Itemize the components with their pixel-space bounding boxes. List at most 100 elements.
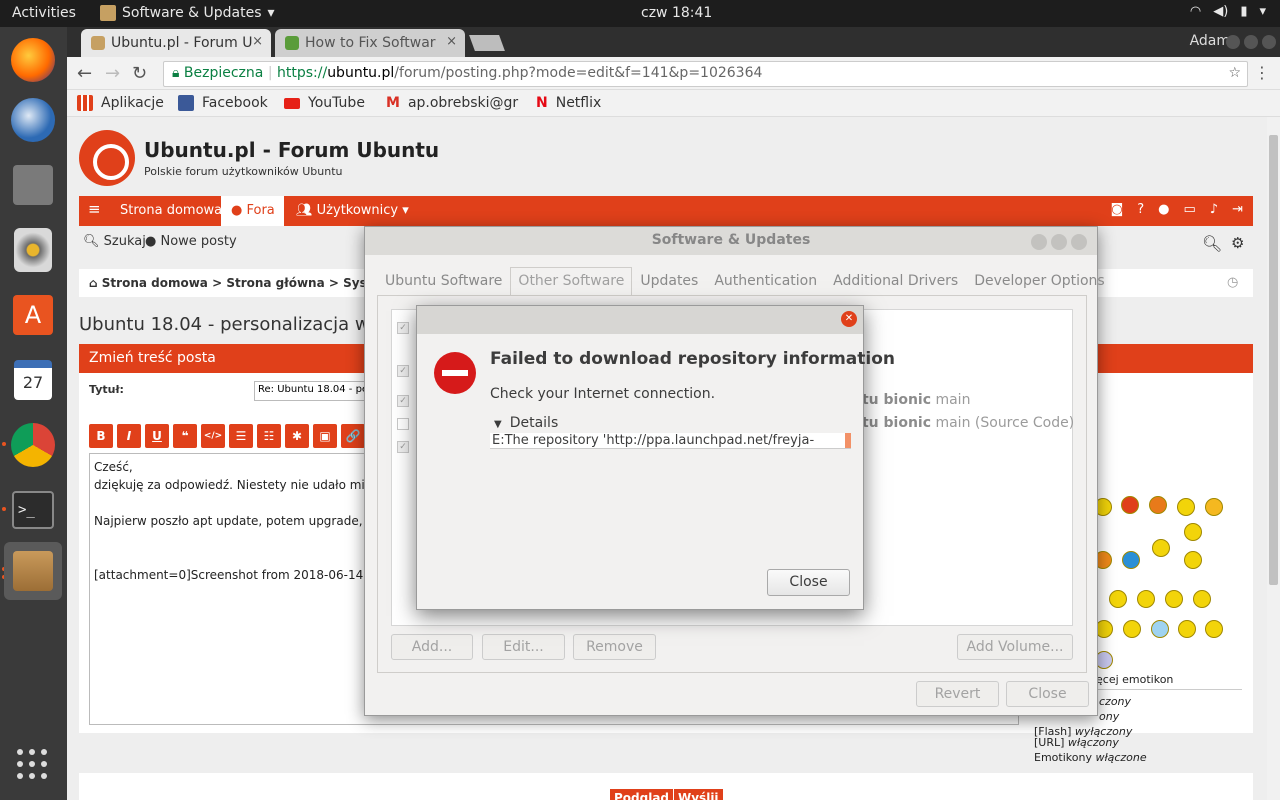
- tab-ubuntu-forum[interactable]: Ubuntu.pl - Forum U ×: [81, 29, 271, 57]
- nav-forums[interactable]: ● Fora: [221, 196, 284, 226]
- dock-chrome[interactable]: [8, 420, 58, 470]
- dock-ubuntu-software[interactable]: A: [8, 290, 58, 340]
- menu-icon[interactable]: ⋮: [1254, 63, 1270, 82]
- source-checkbox[interactable]: ✓: [397, 441, 409, 453]
- revert-button[interactable]: Revert: [916, 681, 999, 707]
- help-icon[interactable]: ?: [1137, 202, 1144, 217]
- page-scrollbar[interactable]: [1267, 117, 1280, 800]
- emoticon-icon[interactable]: [1177, 498, 1195, 516]
- emoticon-icon[interactable]: [1151, 620, 1169, 638]
- close-tab-icon[interactable]: ×: [252, 34, 263, 49]
- bell-icon[interactable]: ♪: [1210, 202, 1218, 217]
- dock-rhythmbox[interactable]: [8, 225, 58, 275]
- tab-authentication[interactable]: Authentication: [706, 267, 825, 296]
- emoticon-icon[interactable]: [1109, 590, 1127, 608]
- italic-button[interactable]: I: [117, 424, 141, 448]
- bookmark-star-icon[interactable]: ☆: [1228, 65, 1241, 81]
- details-expander[interactable]: ▼ Details: [494, 415, 558, 431]
- emoticon-icon[interactable]: [1178, 620, 1196, 638]
- system-tray[interactable]: ◠ ◀) ▮ ▾: [1190, 4, 1266, 19]
- dock-files[interactable]: [8, 160, 58, 210]
- image-button[interactable]: ▣: [313, 424, 337, 448]
- quote-button[interactable]: ❝: [173, 424, 197, 448]
- user-icon[interactable]: ●: [1158, 202, 1169, 217]
- tab-additional-drivers[interactable]: Additional Drivers: [825, 267, 966, 296]
- nav-users[interactable]: 👥︎ Użytkownicy ▾: [296, 203, 409, 218]
- link-button[interactable]: 🔗: [341, 424, 365, 448]
- source-checkbox[interactable]: ✓: [397, 365, 409, 377]
- dock-software-updates[interactable]: [4, 542, 62, 600]
- gear-icon[interactable]: ⚙: [1231, 234, 1244, 252]
- inbox-icon[interactable]: ▭: [1184, 202, 1196, 217]
- show-applications-button[interactable]: [17, 749, 47, 779]
- tab-developer-options[interactable]: Developer Options: [966, 267, 1112, 296]
- dock-terminal[interactable]: >_: [8, 485, 58, 535]
- emoticon-icon[interactable]: [1149, 496, 1167, 514]
- bookmark-youtube[interactable]: YouTube: [284, 95, 365, 111]
- emoticon-icon[interactable]: [1205, 498, 1223, 516]
- add-source-button[interactable]: Add...: [391, 634, 473, 660]
- bookmark-apps[interactable]: Aplikacje: [77, 95, 164, 111]
- error-dialog-titlebar[interactable]: ✕: [417, 306, 863, 334]
- app-menu[interactable]: Software & Updates ▾: [100, 5, 275, 21]
- bookmark-netflix[interactable]: N Netflix: [536, 95, 601, 111]
- add-volume-button[interactable]: Add Volume...: [957, 634, 1073, 660]
- profile-name[interactable]: Adam: [1190, 33, 1230, 49]
- submit-button[interactable]: Wyślij: [674, 789, 723, 800]
- emoticon-icon[interactable]: [1184, 551, 1202, 569]
- source-checkbox[interactable]: ✓: [397, 322, 409, 334]
- bookmark-facebook[interactable]: Facebook: [178, 95, 268, 111]
- emoticon-icon[interactable]: [1193, 590, 1211, 608]
- address-bar[interactable]: 🔒︎ Bezpieczna | https://ubuntu.pl/forum/…: [163, 61, 1248, 87]
- window-controls[interactable]: [1226, 35, 1276, 49]
- subject-input[interactable]: Re: Ubuntu 18.04 - pe: [254, 381, 374, 401]
- rss-icon[interactable]: ◙: [1111, 202, 1124, 217]
- more-emoticons-link[interactable]: ęcej emotikon: [1096, 673, 1173, 686]
- topic-title[interactable]: Ubuntu 18.04 - personalizacja wyg: [79, 314, 392, 335]
- search-icon[interactable]: 🔍︎: [1202, 234, 1222, 253]
- list-button[interactable]: ☰: [229, 424, 253, 448]
- dock-calendar[interactable]: 27: [8, 355, 58, 405]
- emoticon-icon[interactable]: [1122, 551, 1140, 569]
- tab-how-to-fix[interactable]: How to Fix Softwar ×: [275, 29, 465, 57]
- remove-source-button[interactable]: Remove: [573, 634, 656, 660]
- details-text-field[interactable]: E:The repository 'http://ppa.launchpad.n…: [490, 433, 851, 449]
- emoticon-icon[interactable]: [1165, 590, 1183, 608]
- forward-arrow-icon[interactable]: →: [105, 63, 120, 84]
- preview-button[interactable]: Podgląd: [610, 789, 674, 800]
- close-icon[interactable]: ✕: [841, 311, 857, 327]
- dock-thunderbird[interactable]: [8, 95, 58, 145]
- emoticon-icon[interactable]: [1152, 539, 1170, 557]
- search-link[interactable]: 🔍︎ Szukaj: [83, 234, 146, 249]
- tab-updates[interactable]: Updates: [632, 267, 706, 296]
- underline-button[interactable]: U: [145, 424, 169, 448]
- software-updates-titlebar[interactable]: Software & Updates: [365, 227, 1097, 255]
- activities-button[interactable]: Activities: [12, 5, 76, 21]
- ubuntu-logo-icon[interactable]: [79, 130, 135, 186]
- emoticon-icon[interactable]: [1123, 620, 1141, 638]
- source-row[interactable]: ntu bionic main: [852, 392, 970, 408]
- close-tab-icon[interactable]: ×: [446, 34, 457, 49]
- emoticon-icon[interactable]: [1205, 620, 1223, 638]
- source-checkbox[interactable]: [397, 418, 409, 430]
- emoticon-icon[interactable]: [1121, 496, 1139, 514]
- dock-firefox[interactable]: [8, 35, 58, 85]
- window-controls[interactable]: [1031, 234, 1087, 250]
- emoticon-icon[interactable]: [1184, 523, 1202, 541]
- close-window-button[interactable]: Close: [1006, 681, 1089, 707]
- back-arrow-icon[interactable]: ←: [77, 63, 92, 84]
- reload-icon[interactable]: ↻: [132, 63, 147, 84]
- nav-home[interactable]: Strona domowa: [120, 203, 222, 218]
- clock[interactable]: czw 18:41: [641, 5, 712, 21]
- tab-other-software[interactable]: Other Software: [510, 267, 633, 296]
- forum-title[interactable]: Ubuntu.pl - Forum Ubuntu: [144, 138, 439, 162]
- source-row[interactable]: ntu bionic main (Source Code): [852, 415, 1074, 431]
- source-checkbox[interactable]: ✓: [397, 395, 409, 407]
- error-close-button[interactable]: Close: [767, 569, 850, 596]
- tab-ubuntu-software[interactable]: Ubuntu Software: [377, 267, 510, 296]
- logout-icon[interactable]: ⇥: [1232, 202, 1243, 217]
- bookmark-gmail[interactable]: M ap.obrebski@gr: [386, 95, 518, 111]
- new-tab-button[interactable]: [469, 35, 505, 51]
- bold-button[interactable]: B: [89, 424, 113, 448]
- edit-source-button[interactable]: Edit...: [482, 634, 565, 660]
